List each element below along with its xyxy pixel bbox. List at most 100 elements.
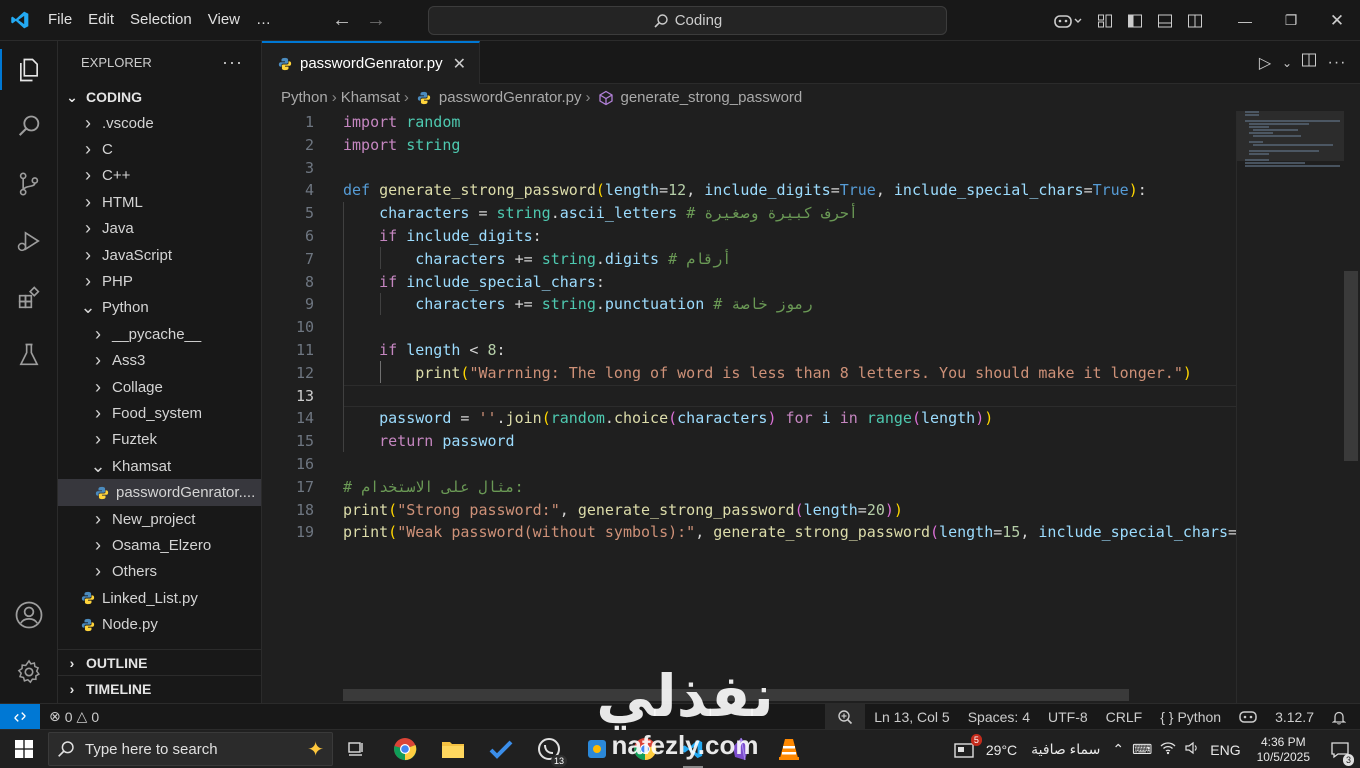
- notifications-bell-icon[interactable]: [1323, 704, 1360, 730]
- toggle-primary-sidebar-icon[interactable]: [1120, 0, 1150, 41]
- explorer-icon[interactable]: [0, 41, 58, 98]
- outline-section[interactable]: › OUTLINE: [58, 649, 261, 675]
- tree-folder[interactable]: › New_project: [58, 506, 261, 532]
- news-widget-icon[interactable]: 5: [948, 730, 982, 768]
- tree-file[interactable]: Node.py: [58, 611, 261, 637]
- toggle-panel-icon[interactable]: [1150, 0, 1180, 41]
- tree-folder[interactable]: › Fuztek: [58, 427, 261, 453]
- tree-file[interactable]: Linked_List.py: [58, 585, 261, 611]
- minimap[interactable]: [1236, 111, 1345, 703]
- language-mode[interactable]: { } Python: [1151, 704, 1230, 730]
- code-content[interactable]: import random import string def generate…: [343, 111, 1236, 544]
- todo-icon[interactable]: [477, 730, 525, 768]
- menu-selection[interactable]: Selection: [122, 6, 200, 34]
- toggle-secondary-sidebar-icon[interactable]: [1180, 0, 1210, 41]
- tree-folder[interactable]: ⌄ Python: [58, 295, 261, 321]
- chrome-icon[interactable]: [381, 730, 429, 768]
- breadcrumb-item[interactable]: passwordGenrator.py: [439, 89, 582, 106]
- extensions-icon[interactable]: [0, 269, 58, 326]
- weather-text[interactable]: سماء صافية: [1021, 741, 1108, 758]
- breadcrumb-item[interactable]: Khamsat: [341, 89, 400, 106]
- tree-folder[interactable]: › Java: [58, 216, 261, 242]
- close-window-button[interactable]: ✕: [1314, 0, 1360, 41]
- code-line: password = ''.join(random.choice(charact…: [379, 409, 994, 428]
- forward-arrow-icon[interactable]: →: [365, 9, 387, 32]
- menu-edit[interactable]: Edit: [80, 6, 122, 34]
- input-language[interactable]: ENG: [1204, 742, 1246, 758]
- horizontal-scrollbar-thumb[interactable]: [343, 689, 1129, 701]
- encoding[interactable]: UTF-8: [1039, 704, 1097, 730]
- close-icon[interactable]: ✕: [453, 54, 466, 74]
- more-actions-icon[interactable]: ···: [222, 52, 243, 73]
- notification-center-icon[interactable]: 3: [1320, 730, 1360, 768]
- whatsapp-icon[interactable]: 13: [525, 730, 573, 768]
- indentation[interactable]: Spaces: 4: [959, 704, 1039, 730]
- menu-more[interactable]: …: [248, 6, 279, 34]
- account-icon[interactable]: [0, 586, 58, 643]
- tree-folder[interactable]: › HTML: [58, 189, 261, 215]
- timeline-section[interactable]: › TIMELINE: [58, 675, 261, 701]
- tree-folder[interactable]: › Food_system: [58, 400, 261, 426]
- zoom-icon[interactable]: [825, 704, 866, 730]
- weather-temp[interactable]: 29°C: [982, 742, 1021, 758]
- search-icon[interactable]: [0, 98, 58, 155]
- python-version[interactable]: 3.12.7: [1266, 704, 1323, 730]
- breadcrumb-item[interactable]: generate_strong_password: [620, 89, 802, 106]
- warning-icon: △: [76, 708, 88, 724]
- file-explorer-icon[interactable]: [429, 730, 477, 768]
- menu-view[interactable]: View: [200, 6, 248, 34]
- settings-gear-icon[interactable]: [0, 643, 58, 700]
- chrome-icon[interactable]: [621, 730, 669, 768]
- windows-start-icon[interactable]: [0, 730, 48, 768]
- wifi-icon[interactable]: [1156, 741, 1180, 758]
- command-center-search[interactable]: Coding: [428, 6, 947, 35]
- tree-folder[interactable]: › .vscode: [58, 110, 261, 136]
- breadcrumb-item[interactable]: Python: [281, 89, 328, 106]
- volume-icon[interactable]: [1180, 741, 1204, 758]
- tree-folder[interactable]: › C++: [58, 163, 261, 189]
- run-python-file-icon[interactable]: ▷: [1252, 53, 1278, 73]
- tree-folder[interactable]: › Osama_Elzero: [58, 532, 261, 558]
- end-of-line[interactable]: CRLF: [1097, 704, 1152, 730]
- tree-folder[interactable]: › PHP: [58, 268, 261, 294]
- chevron-down-icon[interactable]: ⌄: [1280, 56, 1294, 70]
- customize-layout-icon[interactable]: [1090, 0, 1120, 41]
- vscode-icon[interactable]: [669, 730, 717, 768]
- remote-indicator-icon[interactable]: [0, 703, 40, 730]
- tree-folder[interactable]: › __pycache__: [58, 321, 261, 347]
- tree-folder[interactable]: › JavaScript: [58, 242, 261, 268]
- testing-icon[interactable]: [0, 326, 58, 383]
- tree-folder[interactable]: › Others: [58, 559, 261, 585]
- run-debug-icon[interactable]: [0, 212, 58, 269]
- copilot-icon[interactable]: [1046, 0, 1090, 41]
- back-arrow-icon[interactable]: ←: [331, 9, 353, 32]
- keyboard-icon[interactable]: ⌨: [1128, 741, 1156, 758]
- minimize-button[interactable]: —: [1222, 0, 1268, 41]
- source-control-icon[interactable]: [0, 155, 58, 212]
- vertical-scrollbar[interactable]: [1344, 111, 1358, 703]
- tree-folder[interactable]: › Ass3: [58, 348, 261, 374]
- taskbar-search-box[interactable]: Type here to search ✦: [48, 732, 333, 766]
- more-actions-icon[interactable]: ···: [1324, 54, 1350, 72]
- menu-file[interactable]: File: [40, 6, 80, 34]
- photos-icon[interactable]: [573, 730, 621, 768]
- restore-button[interactable]: ❐: [1268, 0, 1314, 41]
- tree-folder[interactable]: › C: [58, 136, 261, 162]
- obsidian-icon[interactable]: [717, 730, 765, 768]
- tree-folder[interactable]: › Collage: [58, 374, 261, 400]
- code-line: print("Strong password:", generate_stron…: [343, 500, 903, 519]
- task-view-icon[interactable]: [333, 730, 381, 768]
- code-editor[interactable]: 1 2 3 4 5 6 7 8 9 10 11 12 13 14 15 16 17 18 19 import ran…: [262, 111, 1360, 703]
- tree-folder[interactable]: ⌄ Khamsat: [58, 453, 261, 479]
- tree-file[interactable]: passwordGenrator....: [58, 479, 261, 506]
- cursor-position[interactable]: Ln 13, Col 5: [865, 704, 959, 730]
- vlc-icon[interactable]: [765, 730, 813, 768]
- copilot-status-icon[interactable]: [1230, 704, 1266, 730]
- problems-indicator[interactable]: ⊗ 0 △ 0: [40, 704, 108, 730]
- tab-password-generator[interactable]: passwordGenrator.py ✕: [262, 41, 480, 84]
- split-editor-icon[interactable]: [1296, 52, 1322, 73]
- vertical-scrollbar-thumb[interactable]: [1344, 271, 1358, 461]
- clock[interactable]: 4:36 PM 10/5/2025: [1247, 735, 1320, 765]
- workspace-root[interactable]: ⌄ CODING: [58, 84, 261, 110]
- chevron-up-icon[interactable]: ⌃: [1108, 741, 1128, 758]
